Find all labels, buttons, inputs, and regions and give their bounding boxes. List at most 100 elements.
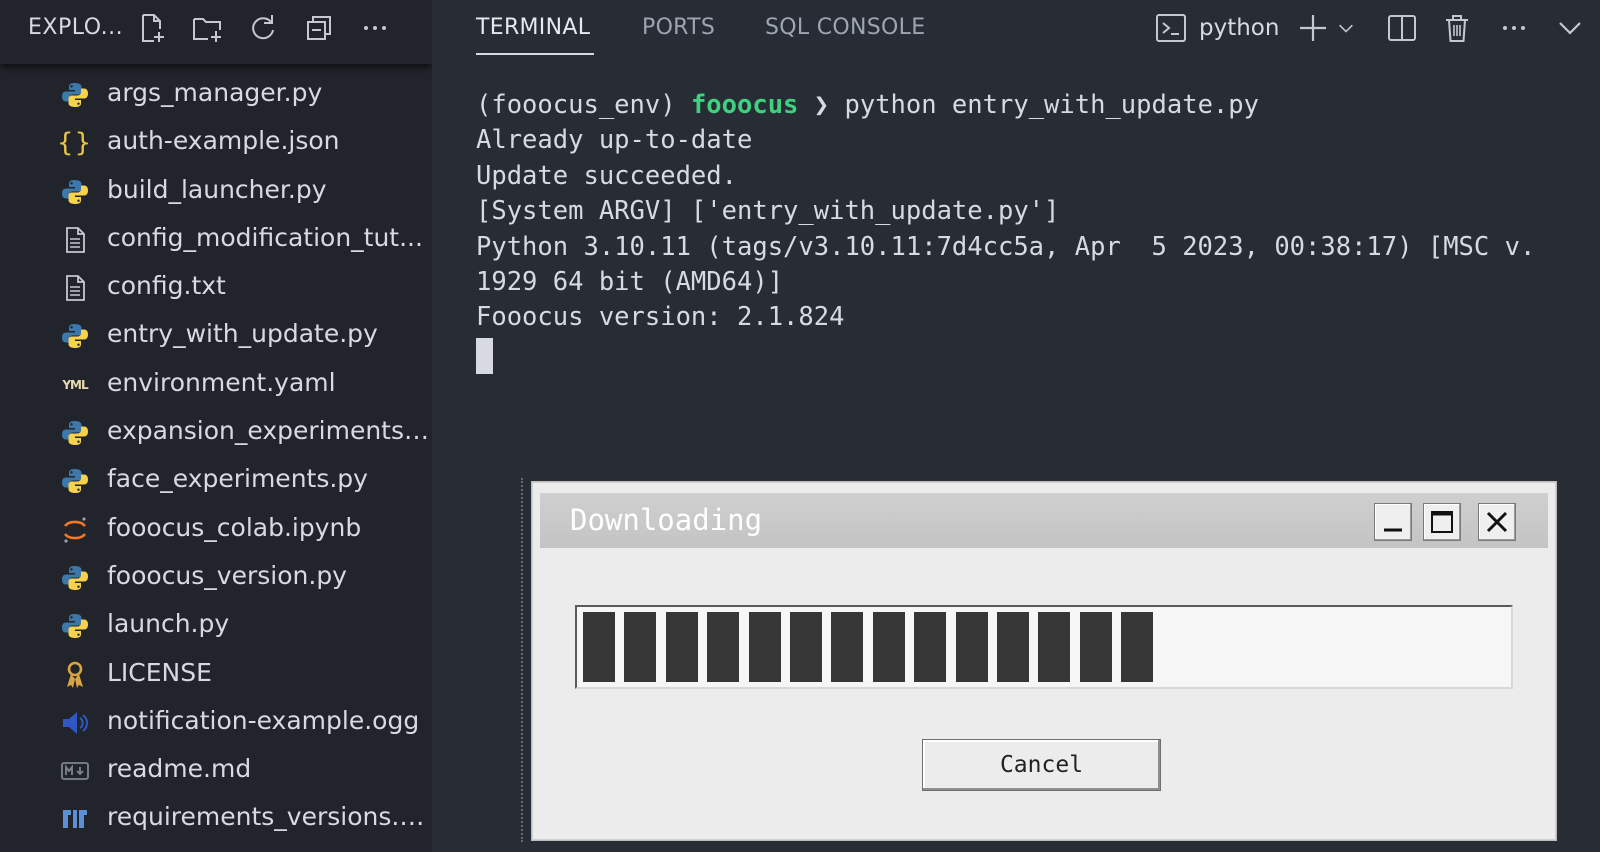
file-item[interactable]: config.txt (0, 263, 432, 311)
collapse-all-icon[interactable] (301, 10, 337, 46)
minimize-icon (1384, 528, 1402, 532)
file-item[interactable]: entry_with_update.py (0, 311, 432, 359)
dialog-title: Downloading (570, 503, 763, 537)
file-item[interactable]: readme.md (0, 746, 432, 794)
more-icon[interactable] (357, 10, 393, 46)
file-item[interactable]: fooocus_version.py (0, 553, 432, 601)
explorer-title: EXPLO... (28, 15, 124, 40)
progress-block (665, 612, 698, 682)
progress-block (997, 612, 1029, 682)
terminal-output[interactable]: (fooocus_env) fooocus ❯ python entry_wit… (476, 88, 1600, 388)
file-name: fooocus_version.py (107, 560, 347, 590)
close-icon (1486, 511, 1508, 533)
chevron-down-icon[interactable] (1553, 8, 1587, 48)
dialog-titlebar[interactable]: Downloading (540, 493, 1548, 548)
file-item[interactable]: fooocus_colab.ipynb (0, 505, 432, 553)
file-item[interactable]: face_experiments.py (0, 456, 432, 504)
chevron-down-icon[interactable] (1334, 8, 1358, 48)
yaml-icon: YML (62, 377, 88, 392)
output-line: [System ARGV] ['entry_with_update.py'] (476, 196, 1060, 227)
output-line: Python 3.10.11 (tags/v3.10.11:7d4cc5a, A… (476, 231, 1536, 262)
more-icon[interactable] (1497, 8, 1531, 48)
file-item[interactable]: config_modification_tut... (0, 215, 432, 263)
file-item[interactable]: LICENSE (0, 650, 432, 698)
file-name: args_manager.py (107, 78, 323, 107)
explorer-header: EXPLO... (0, 0, 432, 64)
file-item[interactable]: notification-example.ogg (0, 698, 432, 746)
progress-block (914, 612, 947, 682)
prompt-directory: fooocus (690, 90, 799, 120)
file-name: requirements_versions.txt (107, 802, 429, 832)
file-name: expansion_experiments.... (107, 416, 429, 446)
file-name: config.txt (107, 271, 226, 301)
requirements-icon (60, 804, 90, 834)
license-icon (60, 660, 90, 690)
json-icon: {} (57, 128, 93, 159)
python-icon (60, 80, 90, 110)
output-line: 1929 64 bit (AMD64)] (476, 267, 784, 298)
file-name: notification-example.ogg (107, 705, 420, 735)
new-folder-icon[interactable] (189, 10, 225, 46)
text-file-icon (60, 225, 90, 255)
prompt-arrow: ❯ (798, 90, 845, 120)
output-line: Update succeeded. (476, 160, 737, 191)
tab-ports[interactable]: PORTS (642, 15, 715, 40)
progress-block (1079, 612, 1112, 682)
file-item[interactable]: build_launcher.py (0, 167, 432, 215)
tab-terminal[interactable]: TERMINAL (476, 15, 590, 40)
explorer-sidebar: EXPLO... args_manager.py {} auth-example.j… (0, 0, 432, 852)
new-file-icon[interactable] (133, 10, 169, 46)
jupyter-icon (60, 515, 90, 545)
split-terminal-icon[interactable] (1385, 8, 1419, 48)
file-list: args_manager.py {} auth-example.json build_… (0, 70, 432, 843)
close-button[interactable] (1478, 503, 1516, 541)
python-icon (60, 418, 90, 448)
file-name: launch.py (107, 609, 230, 639)
file-name: LICENSE (107, 657, 212, 687)
prompt-line: (fooocus_env) fooocus ❯ python entry_wit… (476, 88, 1600, 123)
progress-block (748, 612, 781, 682)
progress-block (872, 612, 905, 682)
progress-block (583, 612, 615, 682)
file-name: build_launcher.py (107, 174, 327, 204)
python-icon (60, 321, 90, 351)
refresh-icon[interactable] (245, 10, 281, 46)
file-item[interactable]: launch.py (0, 601, 432, 649)
file-name: fooocus_colab.ipynb (107, 512, 362, 542)
file-item[interactable]: YML environment.yaml (0, 360, 432, 408)
file-item[interactable]: {} auth-example.json (0, 118, 432, 166)
minimize-button[interactable] (1374, 503, 1412, 541)
file-name: environment.yaml (107, 367, 336, 397)
progress-block (790, 612, 822, 682)
file-item[interactable]: requirements_versions.txt (0, 794, 432, 842)
output-line: Fooocus version: 2.1.824 (476, 302, 845, 333)
python-icon (60, 611, 90, 641)
file-item[interactable]: expansion_experiments.... (0, 408, 432, 456)
markdown-icon (60, 756, 90, 786)
audio-icon (60, 708, 90, 738)
maximize-icon (1431, 511, 1453, 533)
progress-block (831, 612, 864, 682)
progress-block (1121, 612, 1154, 682)
download-progress-bar (575, 605, 1513, 689)
file-name: readme.md (107, 754, 252, 784)
file-item[interactable]: args_manager.py (0, 70, 432, 118)
prompt-command: python entry_with_update.py (844, 90, 1259, 120)
maximize-button[interactable] (1423, 503, 1461, 541)
output-line: Already up-to-date (476, 125, 753, 156)
terminal-profile-icon[interactable] (1154, 8, 1188, 48)
file-name: auth-example.json (107, 126, 340, 156)
download-dialog: Downloading Cancel (532, 482, 1556, 840)
python-icon (60, 466, 90, 496)
tab-sql-console[interactable]: SQL CONSOLE (765, 15, 925, 40)
python-icon (60, 563, 90, 593)
terminal-cursor (476, 338, 493, 374)
progress-block (624, 612, 657, 682)
trash-icon[interactable] (1440, 8, 1474, 48)
progress-block (955, 612, 988, 682)
add-terminal-icon[interactable] (1296, 8, 1330, 48)
cancel-button[interactable]: Cancel (922, 739, 1161, 791)
terminal-profile-label[interactable]: python (1199, 15, 1279, 41)
file-name: config_modification_tut... (107, 222, 423, 252)
progress-block (707, 612, 740, 682)
